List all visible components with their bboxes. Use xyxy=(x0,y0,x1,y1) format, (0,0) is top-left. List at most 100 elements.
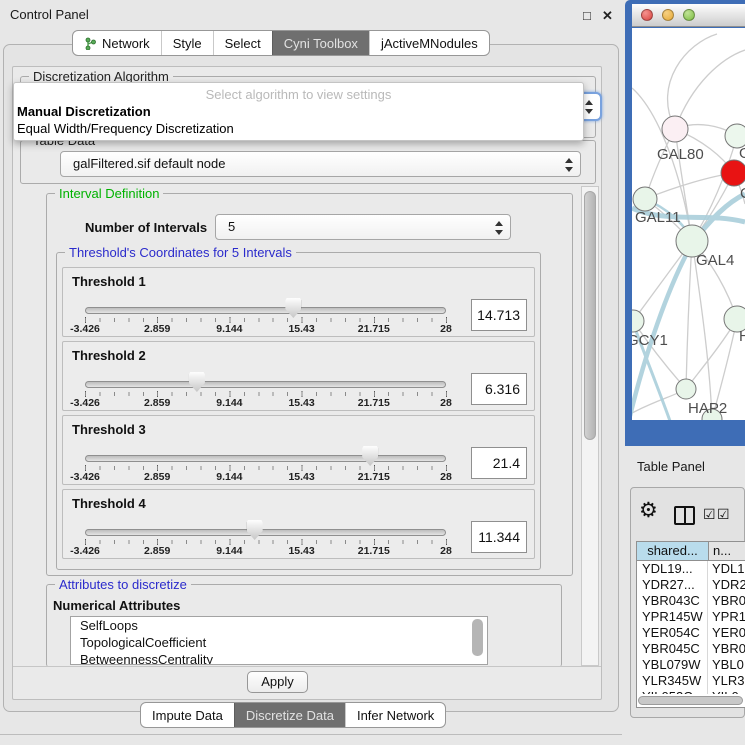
threshold-2-value-field[interactable]: 6.316 xyxy=(471,373,527,405)
threshold-label: Threshold 4 xyxy=(72,496,146,511)
svg-text:GAL80: GAL80 xyxy=(657,146,704,163)
table-row[interactable]: YPR145WYPR1 xyxy=(637,609,745,625)
group-title: Attributes to discretize xyxy=(55,577,191,592)
slider-minor-ticks xyxy=(85,318,447,322)
tab-network[interactable]: Network xyxy=(73,31,161,55)
dropdown-item-manual-discretization[interactable]: Manual Discretization xyxy=(17,104,151,119)
threshold-3-value-field[interactable]: 21.4 xyxy=(471,447,527,479)
tab-label: Cyni Toolbox xyxy=(284,36,358,51)
tab-discretize-data[interactable]: Discretize Data xyxy=(234,703,345,727)
minimize-traffic-light-icon[interactable] xyxy=(662,9,674,21)
column-layout-icon[interactable] xyxy=(674,506,695,525)
node-hap2[interactable] xyxy=(676,379,696,399)
float-window-icon[interactable]: □ xyxy=(583,9,591,22)
svg-text:GAL4: GAL4 xyxy=(696,252,734,269)
slider-tick-labels: -3.426 2.859 9.144 15.43 21.715 28 xyxy=(85,545,446,557)
panel-title: Control Panel xyxy=(10,7,89,22)
close-panel-icon[interactable]: ✕ xyxy=(602,9,613,22)
group-title: Interval Definition xyxy=(55,186,163,201)
threshold-1-slider-thumb[interactable] xyxy=(285,298,301,318)
threshold-1-slider-track[interactable] xyxy=(85,307,446,314)
network-canvas[interactable]: GAL80 G C GAL11 GAL4 GCY1 H HAP2 xyxy=(632,28,745,420)
tab-jactivemnodules[interactable]: jActiveMNodules xyxy=(369,31,489,55)
tab-label: Infer Network xyxy=(357,708,434,723)
dropdown-hint: Select algorithm to view settings xyxy=(14,87,583,102)
threshold-label: Threshold 1 xyxy=(72,274,146,289)
gear-icon[interactable]: ⚙ xyxy=(639,500,658,522)
slider-tick-labels: -3.426 2.859 9.144 15.43 21.715 28 xyxy=(85,471,446,483)
svg-text:H: H xyxy=(739,328,745,345)
spinner-arrows-icon xyxy=(584,99,594,115)
threshold-4-panel: Threshold 4 -3.426 2.859 9.144 15.43 21.… xyxy=(62,489,535,559)
svg-text:C: C xyxy=(740,185,745,202)
tab-label: Discretize Data xyxy=(246,708,334,723)
attributes-list: SelfLoops TopologicalCoefficient Between… xyxy=(70,616,488,665)
list-item[interactable]: BetweennessCentrality xyxy=(71,651,487,665)
tab-infer-network[interactable]: Infer Network xyxy=(345,703,445,727)
table-row[interactable]: YBR045CYBR0 xyxy=(637,641,745,657)
table-row[interactable]: YDL19...YDL1 xyxy=(637,561,745,577)
list-item[interactable]: SelfLoops xyxy=(71,617,487,634)
tab-label: Network xyxy=(102,36,150,51)
zoom-traffic-light-icon[interactable] xyxy=(683,9,695,21)
threshold-4-value-field[interactable]: 11.344 xyxy=(471,521,527,553)
dropdown-item-equal-width[interactable]: Equal Width/Frequency Discretization xyxy=(17,121,234,136)
tab-label: jActiveMNodules xyxy=(381,36,478,51)
combobox-value: galFiltered.sif default node xyxy=(73,156,225,171)
threshold-2-slider-thumb[interactable] xyxy=(189,372,205,392)
table-row[interactable]: YBL079WYBL0 xyxy=(637,657,745,673)
slider-minor-ticks xyxy=(85,466,447,470)
checkbox-icon[interactable]: ☑ xyxy=(717,506,730,522)
node-red[interactable] xyxy=(721,160,745,186)
table-row[interactable]: YDR27...YDR2 xyxy=(637,577,745,593)
threshold-4-slider-track[interactable] xyxy=(85,529,446,536)
column-header-name[interactable]: n... xyxy=(709,542,745,561)
tab-style[interactable]: Style xyxy=(161,31,213,55)
slider-minor-ticks xyxy=(85,540,447,544)
combobox-value: 5 xyxy=(228,219,235,234)
threshold-2-panel: Threshold 2 -3.426 2.859 9.144 15.43 21.… xyxy=(62,341,535,411)
svg-text:GCY1: GCY1 xyxy=(632,332,668,349)
tab-cyni-toolbox[interactable]: Cyni Toolbox xyxy=(272,31,369,55)
slider-tick-labels: -3.426 2.859 9.144 15.43 21.715 28 xyxy=(85,397,446,409)
scroll-viewport-edge xyxy=(13,666,601,667)
apply-button[interactable]: Apply xyxy=(247,671,308,693)
threshold-2-slider-track[interactable] xyxy=(85,381,446,388)
threshold-1-value-field[interactable]: 14.713 xyxy=(471,299,527,331)
threshold-3-slider-track[interactable] xyxy=(85,455,446,462)
list-item[interactable]: TopologicalCoefficient xyxy=(71,634,487,651)
table-panel-title: Table Panel xyxy=(637,459,705,474)
node-gcy1[interactable] xyxy=(632,310,644,332)
table-row[interactable]: YER054CYER0 xyxy=(637,625,745,641)
table-rows: YDL19...YDL1 YDR27...YDR2 YBR043CYBR0 YP… xyxy=(636,561,745,694)
algorithm-dropdown-popup: Select algorithm to view settings Manual… xyxy=(13,82,584,141)
network-icon xyxy=(84,37,97,50)
num-intervals-combobox[interactable]: 5 xyxy=(215,214,511,240)
tab-impute-data[interactable]: Impute Data xyxy=(141,703,234,727)
table-data-combobox[interactable]: galFiltered.sif default node xyxy=(60,151,581,177)
tab-select[interactable]: Select xyxy=(213,31,272,55)
svg-text:G: G xyxy=(739,145,745,162)
cyni-bottom-tabs: Impute Data Discretize Data Infer Networ… xyxy=(140,702,446,728)
table-horizontal-scrollbar[interactable] xyxy=(638,696,743,705)
checkbox-icon[interactable]: ☑ xyxy=(703,506,716,522)
spinner-arrows-icon xyxy=(564,157,574,173)
table-row[interactable]: YBR043CYBR0 xyxy=(637,593,745,609)
slider-tick-labels: -3.426 2.859 9.144 15.43 21.715 28 xyxy=(85,323,446,335)
panel-scrollbar-thumb[interactable] xyxy=(584,191,596,440)
threshold-3-slider-thumb[interactable] xyxy=(362,446,378,466)
node-gal11[interactable] xyxy=(633,187,657,211)
numerical-attributes-label: Numerical Attributes xyxy=(53,598,180,613)
column-header-shared[interactable]: shared... xyxy=(637,542,709,561)
spinner-arrows-icon xyxy=(494,220,504,236)
node-gal80[interactable] xyxy=(662,116,688,142)
svg-text:HAP2: HAP2 xyxy=(688,400,727,417)
panel-bottom-edge xyxy=(0,734,622,735)
threshold-4-slider-thumb[interactable] xyxy=(247,520,263,540)
attributes-list-scrollbar[interactable] xyxy=(472,619,483,656)
num-intervals-label: Number of Intervals xyxy=(85,220,207,235)
threshold-label: Threshold 3 xyxy=(72,422,146,437)
threshold-3-panel: Threshold 3 -3.426 2.859 9.144 15.43 21.… xyxy=(62,415,535,485)
close-traffic-light-icon[interactable] xyxy=(641,9,653,21)
table-row[interactable]: YLR345WYLR3 xyxy=(637,673,745,689)
